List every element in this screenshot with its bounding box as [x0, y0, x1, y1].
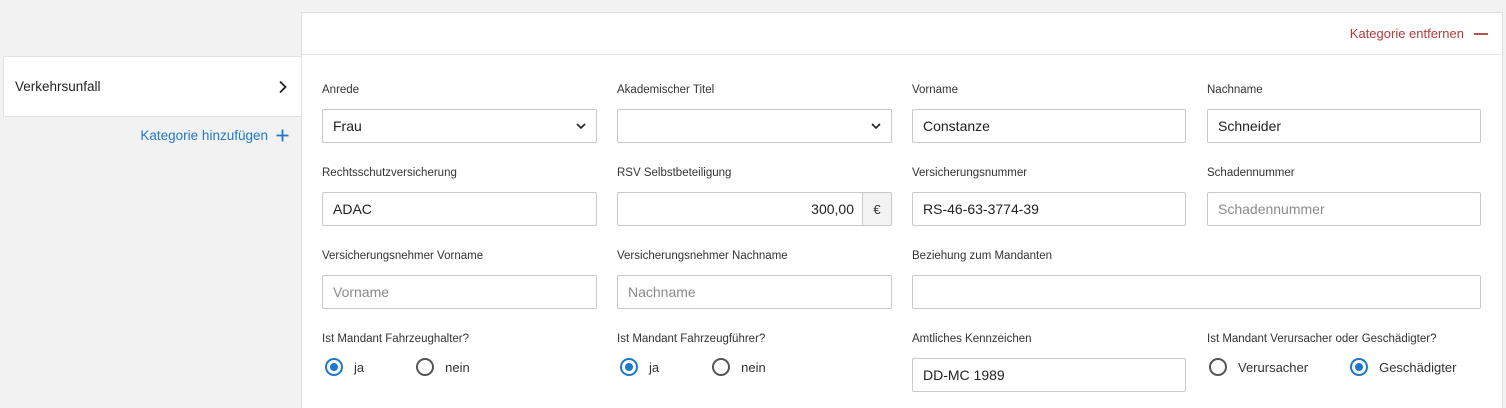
vn-vorname-field: Versicherungsnehmer Vorname: [322, 250, 597, 309]
versicherungsnummer-input[interactable]: [912, 192, 1186, 226]
vn-vorname-input[interactable]: [322, 275, 597, 309]
selbstbeteiligung-field: RSV Selbstbeteiligung €: [617, 167, 892, 226]
vorname-label: Vorname: [912, 84, 959, 96]
kennzeichen-label: Amtliches Kennzeichen: [912, 333, 1032, 345]
verursacher-option-verursacher[interactable]: Verursacher: [1209, 358, 1308, 376]
vorname-field: Vorname: [912, 84, 1186, 143]
selbstbeteiligung-group: €: [617, 192, 892, 226]
fahrzeugfuehrer-option-ja[interactable]: ja: [620, 358, 659, 376]
vn-vorname-label: Versicherungsnehmer Vorname: [322, 250, 484, 262]
verursacher-field: Ist Mandant Verursacher oder Geschädigte…: [1207, 333, 1481, 376]
kennzeichen-field: Amtliches Kennzeichen: [912, 333, 1186, 392]
fahrzeughalter-label: Ist Mandant Fahrzeughalter?: [322, 333, 470, 345]
fahrzeughalter-option-nein[interactable]: nein: [416, 358, 470, 376]
verursacher-label: Ist Mandant Verursacher oder Geschädigte…: [1207, 333, 1437, 345]
add-category-label: Kategorie hinzufügen: [140, 128, 268, 143]
schadennummer-label: Schadennummer: [1207, 167, 1295, 179]
currency-addon: €: [862, 192, 892, 226]
radio-label: ja: [649, 359, 660, 375]
titel-select[interactable]: [617, 109, 892, 143]
fahrzeugfuehrer-radio-group: ja nein: [617, 358, 892, 376]
radio-label: Geschädigter: [1379, 359, 1457, 375]
radio-unchecked-icon[interactable]: [416, 358, 435, 376]
rsv-label: Rechtsschutzversicherung: [322, 167, 457, 179]
radio-unchecked-icon[interactable]: [1209, 358, 1227, 376]
plus-icon: [276, 129, 289, 142]
fahrzeugfuehrer-field: Ist Mandant Fahrzeugführer? ja nein: [617, 333, 892, 376]
sidebar-item-verkehrsunfall[interactable]: Verkehrsunfall: [3, 56, 302, 117]
fahrzeughalter-option-ja[interactable]: ja: [325, 358, 364, 376]
radio-checked-icon[interactable]: [620, 358, 638, 376]
chevron-down-icon: [871, 123, 881, 129]
nachname-input[interactable]: [1207, 109, 1481, 143]
chevron-down-icon: [576, 123, 586, 129]
kennzeichen-input[interactable]: [912, 358, 1186, 392]
rsv-input[interactable]: [322, 192, 597, 226]
schadennummer-input[interactable]: [1207, 192, 1481, 226]
radio-label: nein: [741, 359, 766, 375]
beziehung-field: Beziehung zum Mandanten: [912, 250, 1481, 309]
remove-category-button[interactable]: Kategorie entfernen: [1350, 26, 1488, 41]
category-panel: Kategorie entfernen Anrede Frau Akademis…: [301, 12, 1503, 408]
verursacher-option-geschaedigter[interactable]: Geschädigter: [1350, 358, 1456, 376]
fahrzeughalter-field: Ist Mandant Fahrzeughalter? ja nein: [322, 333, 597, 376]
versicherungsnummer-label: Versicherungsnummer: [912, 167, 1028, 179]
radio-label: ja: [354, 359, 365, 375]
radio-label: nein: [445, 359, 470, 375]
rsv-field: Rechtsschutzversicherung: [322, 167, 597, 226]
vn-nachname-input[interactable]: [617, 275, 892, 309]
category-sidebar: Verkehrsunfall Kategorie hinzufügen: [0, 0, 302, 408]
vn-nachname-field: Versicherungsnehmer Nachname: [617, 250, 892, 309]
selbstbeteiligung-label: RSV Selbstbeteiligung: [617, 167, 732, 179]
schadennummer-field: Schadennummer: [1207, 167, 1481, 226]
beziehung-input[interactable]: [912, 275, 1481, 309]
radio-unchecked-icon[interactable]: [712, 358, 731, 376]
sidebar-item-label: Verkehrsunfall: [15, 79, 101, 94]
titel-field: Akademischer Titel: [617, 84, 892, 143]
minus-icon: [1474, 32, 1488, 35]
vn-nachname-label: Versicherungsnehmer Nachname: [617, 250, 788, 262]
fahrzeugfuehrer-label: Ist Mandant Fahrzeugführer?: [617, 333, 766, 345]
anrede-select[interactable]: Frau: [322, 109, 597, 143]
titel-label: Akademischer Titel: [617, 84, 715, 96]
radio-checked-icon[interactable]: [1350, 358, 1369, 376]
add-category-button[interactable]: Kategorie hinzufügen: [140, 128, 289, 143]
anrede-value: Frau: [333, 118, 362, 134]
anrede-label: Anrede: [322, 84, 360, 96]
nachname-field: Nachname: [1207, 84, 1481, 143]
radio-label: Verursacher: [1238, 359, 1309, 375]
radio-checked-icon[interactable]: [325, 358, 343, 376]
verursacher-radio-group: Verursacher Geschädigter: [1207, 358, 1481, 376]
panel-header: Kategorie entfernen: [302, 13, 1502, 55]
selbstbeteiligung-input[interactable]: [617, 192, 862, 226]
beziehung-label: Beziehung zum Mandanten: [912, 250, 1053, 262]
nachname-label: Nachname: [1207, 84, 1263, 96]
remove-category-label: Kategorie entfernen: [1349, 26, 1464, 41]
chevron-right-icon: [278, 80, 288, 94]
fahrzeugfuehrer-option-nein[interactable]: nein: [712, 358, 766, 376]
vorname-input[interactable]: [912, 109, 1186, 143]
fahrzeughalter-radio-group: ja nein: [322, 358, 597, 376]
versicherungsnummer-field: Versicherungsnummer: [912, 167, 1186, 226]
anrede-field: Anrede Frau: [322, 84, 597, 143]
